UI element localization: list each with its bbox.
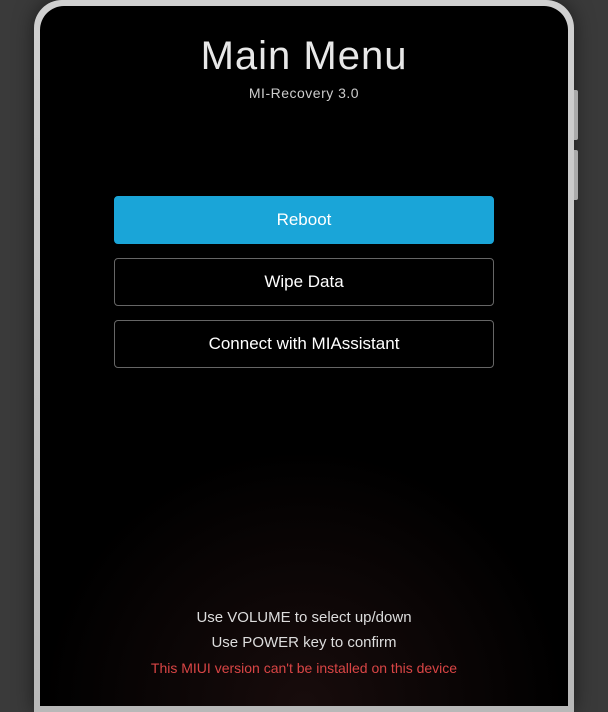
page-subtitle: MI-Recovery 3.0	[249, 85, 359, 101]
volume-hint: Use VOLUME to select up/down	[196, 607, 411, 630]
menu-item-label: Connect with MIAssistant	[209, 334, 400, 354]
menu-item-label: Wipe Data	[264, 272, 343, 292]
wipe-data-option[interactable]: Wipe Data	[114, 258, 494, 306]
volume-up-button[interactable]	[574, 90, 578, 140]
error-message: This MIUI version can't be installed on …	[151, 660, 457, 676]
menu-item-label: Reboot	[277, 210, 332, 230]
power-hint: Use POWER key to confirm	[211, 632, 396, 655]
connect-miassistant-option[interactable]: Connect with MIAssistant	[114, 320, 494, 368]
main-menu: Reboot Wipe Data Connect with MIAssistan…	[80, 196, 528, 368]
volume-down-button[interactable]	[574, 150, 578, 200]
recovery-screen: Main Menu MI-Recovery 3.0 Reboot Wipe Da…	[40, 6, 568, 706]
footer: Use VOLUME to select up/down Use POWER k…	[40, 607, 568, 676]
reboot-option[interactable]: Reboot	[114, 196, 494, 244]
page-title: Main Menu	[201, 34, 408, 79]
phone-frame: Main Menu MI-Recovery 3.0 Reboot Wipe Da…	[34, 0, 574, 712]
